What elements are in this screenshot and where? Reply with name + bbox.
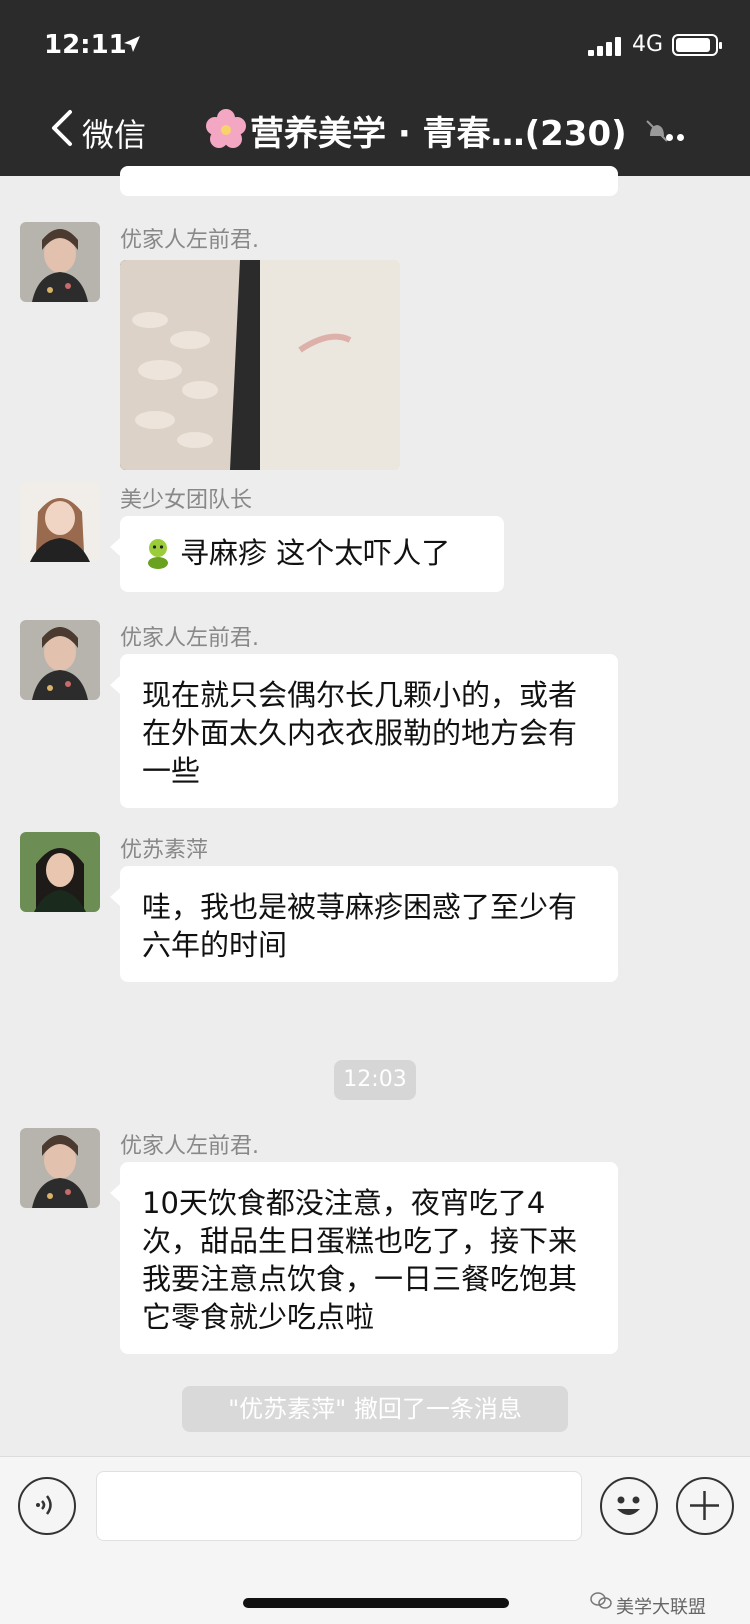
- plus-button[interactable]: [676, 1477, 734, 1535]
- avatar[interactable]: [20, 222, 100, 302]
- message-bubble[interactable]: 现在就只会偶尔长几颗小的，或者在外面太久内衣衣服勒的地方会有一些: [110, 654, 618, 808]
- emoji-icon: [617, 1496, 640, 1515]
- avatar[interactable]: [20, 620, 100, 700]
- green-person-emoji-icon: [148, 539, 168, 569]
- voice-button[interactable]: [18, 1477, 76, 1535]
- voice-icon: [36, 1495, 52, 1515]
- message-bubble[interactable]: 10天饮食都没注意，夜宵吃了4次，甜品生日蛋糕也吃了，接下来我要注意点饮食，一日…: [110, 1162, 618, 1354]
- timestamp: 12:03: [334, 1060, 416, 1100]
- image-message[interactable]: [120, 260, 400, 470]
- location-arrow-icon: [124, 36, 140, 52]
- chat-title: 营养美学 · 青春…(230): [250, 114, 627, 154]
- status-time: 12:11: [44, 30, 127, 60]
- sender-name: 优苏素萍: [120, 838, 209, 863]
- emoji-button[interactable]: [600, 1477, 658, 1535]
- network-label: 4G: [632, 32, 664, 57]
- sender-name: 美少女团队长: [120, 488, 253, 513]
- signal-icon: [588, 36, 624, 56]
- sender-name: 优家人左前君.: [120, 1134, 259, 1159]
- message-bubble[interactable]: 哇，我也是被荨麻疹困惑了至少有六年的时间: [110, 866, 618, 982]
- sender-name: 优家人左前君.: [120, 228, 259, 253]
- watermark: 美学大联盟: [616, 1597, 706, 1618]
- avatar[interactable]: [20, 482, 100, 562]
- back-chevron-icon[interactable]: [50, 108, 74, 148]
- flower-emoji-icon: [206, 109, 246, 148]
- battery-icon: [672, 34, 722, 56]
- back-button[interactable]: 微信: [82, 110, 146, 156]
- chat-area[interactable]: 优家人左前君. 美少女团队长 寻麻疹 这个太吓人了 优家人左前君. 现在就只会偶…: [0, 166, 750, 1456]
- avatar[interactable]: [20, 1128, 100, 1208]
- more-icon[interactable]: [666, 126, 688, 145]
- message-bubble[interactable]: 寻麻疹 这个太吓人了: [110, 516, 504, 592]
- previous-message-bubble: [120, 166, 618, 196]
- home-indicator[interactable]: [243, 1598, 509, 1608]
- recall-notice: "优苏素萍" 撤回了一条消息: [182, 1386, 568, 1432]
- message-text: 寻麻疹 这个太吓人了: [180, 536, 451, 570]
- avatar[interactable]: [20, 832, 100, 912]
- wechat-logo-icon: [590, 1592, 612, 1609]
- plus-icon: [690, 1491, 719, 1520]
- sender-name: 优家人左前君.: [120, 626, 259, 651]
- top-bar: 12:11 4G 微信 营养美学 · 青春…(230): [0, 0, 750, 176]
- message-input[interactable]: [96, 1471, 582, 1541]
